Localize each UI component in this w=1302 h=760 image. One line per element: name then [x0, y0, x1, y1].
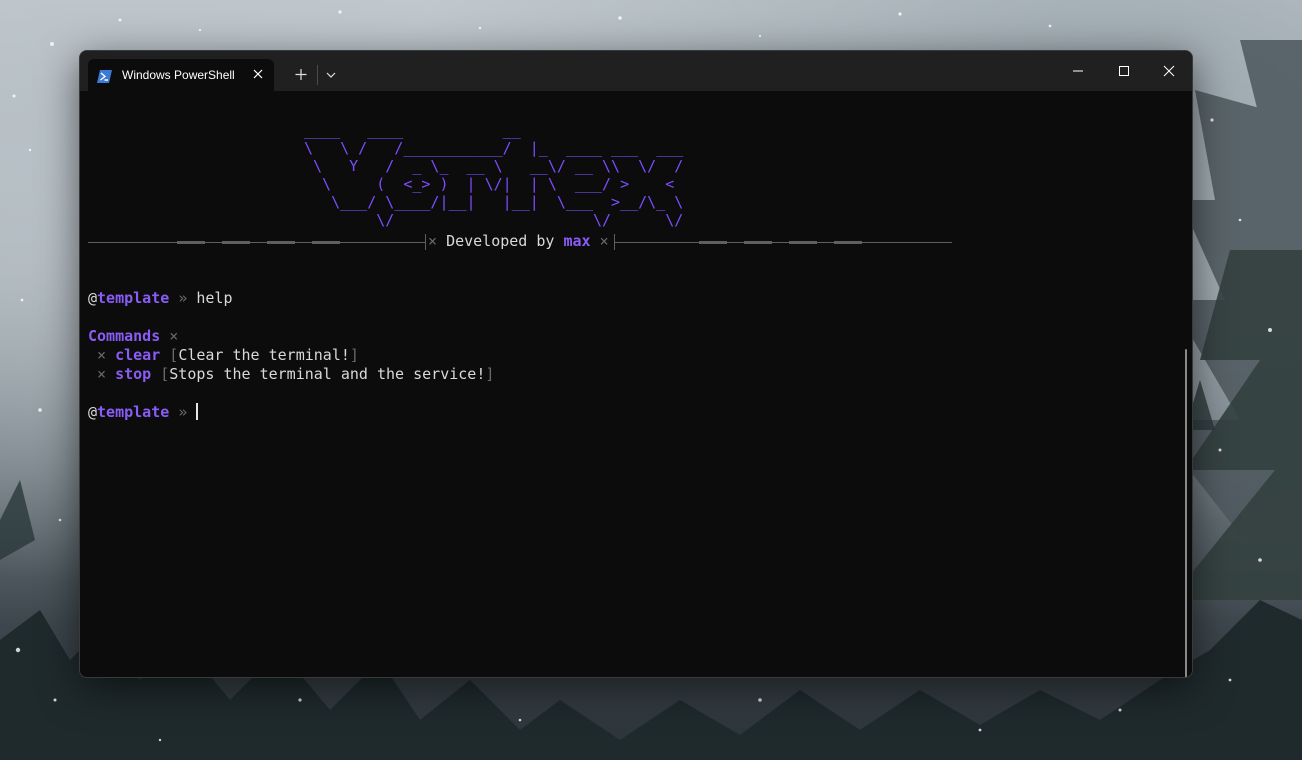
divider-segment	[222, 241, 250, 244]
text-cursor	[196, 403, 199, 420]
close-window-icon[interactable]	[1146, 51, 1192, 91]
bullet-mark: ×	[97, 365, 107, 383]
terminal-output[interactable]: ____ ____ __ \ \ / /___________/ |_ ____…	[80, 91, 1192, 677]
bracket-open: [	[169, 346, 179, 364]
divider-segment	[177, 241, 205, 244]
command-description: Clear the terminal!	[178, 346, 350, 364]
tab-title: Windows PowerShell	[122, 68, 235, 82]
scrollbar[interactable]	[1185, 349, 1187, 677]
prompt-arrow: »	[178, 289, 188, 307]
tab-windows-powershell[interactable]: Windows PowerShell	[88, 59, 274, 91]
close-tab-icon[interactable]	[251, 66, 265, 80]
command-row: × stop [Stops the terminal and the servi…	[88, 365, 494, 384]
bracket-close: ]	[485, 365, 495, 383]
prompt-user: template	[97, 403, 170, 421]
plus-icon[interactable]	[290, 65, 312, 85]
minimize-icon[interactable]	[1055, 51, 1101, 91]
tab-divider	[317, 65, 318, 85]
title-bar[interactable]: Windows PowerShell	[80, 51, 1192, 91]
prompt-at: @	[88, 403, 98, 421]
commands-heading-line: Commands ×	[88, 327, 178, 346]
commands-heading: Commands	[88, 327, 161, 345]
current-prompt-line[interactable]: @template »	[88, 403, 199, 422]
bracket-close: ]	[349, 346, 359, 364]
command-description: Stops the terminal and the service!	[169, 365, 486, 383]
divider-line-left	[88, 242, 425, 243]
credit-prefix: Developed by	[446, 232, 555, 250]
chevron-down-icon[interactable]	[322, 65, 340, 85]
command-name: stop	[115, 365, 152, 383]
divider-segment	[267, 241, 295, 244]
developer-credit: × Developed by max ×	[428, 232, 609, 250]
developer-name: max	[563, 232, 591, 250]
divider-segment	[312, 241, 340, 244]
prompt-user: template	[97, 289, 170, 307]
divider-segment	[699, 241, 727, 244]
terminal-window: Windows PowerShell ____ ____ __ \ \ / /_…	[79, 50, 1193, 678]
prompt-at: @	[88, 289, 98, 307]
command-name: clear	[115, 346, 161, 364]
prompt-line: @template » help	[88, 289, 233, 308]
bullet-mark: ×	[97, 346, 107, 364]
maximize-icon[interactable]	[1101, 51, 1147, 91]
divider-segment	[789, 241, 817, 244]
heading-mark: ×	[169, 327, 179, 345]
divider-line-right	[615, 242, 952, 243]
divider-tick	[425, 234, 426, 250]
ascii-banner: ____ ____ __ \ \ / /___________/ |_ ____…	[304, 121, 684, 229]
credit-mark: ×	[428, 232, 438, 250]
powershell-icon	[97, 68, 112, 83]
divider-segment	[834, 241, 862, 244]
credit-mark: ×	[599, 232, 609, 250]
divider-segment	[744, 241, 772, 244]
entered-command: help	[196, 289, 233, 307]
bracket-open: [	[160, 365, 170, 383]
command-row: × clear [Clear the terminal!]	[88, 346, 359, 365]
prompt-arrow: »	[178, 403, 188, 421]
